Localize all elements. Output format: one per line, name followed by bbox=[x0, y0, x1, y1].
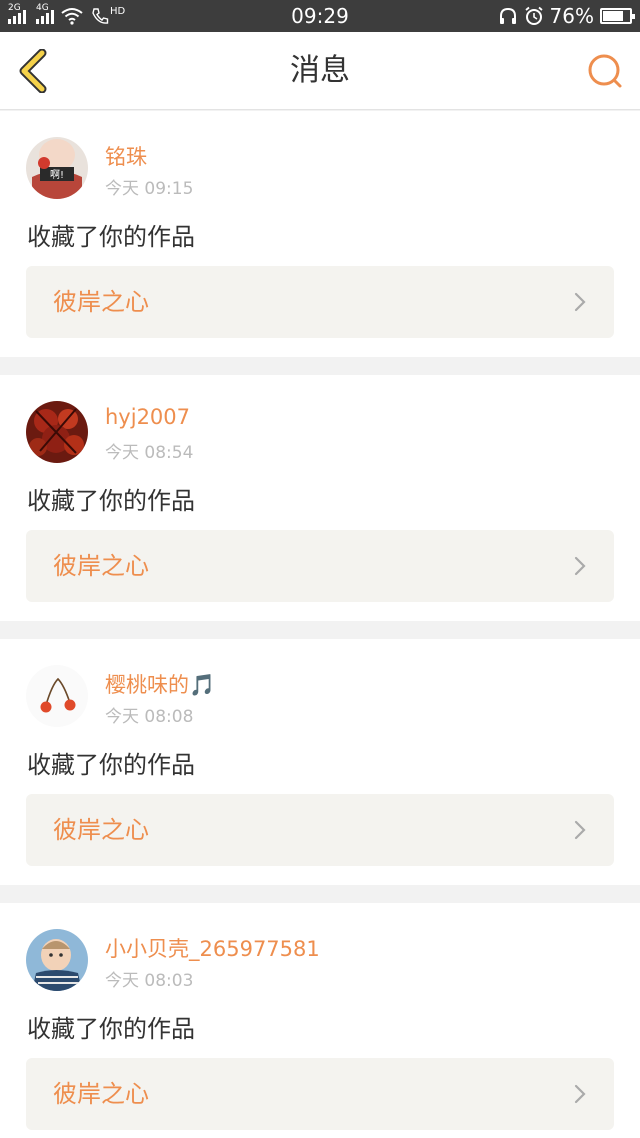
work-title: 彼岸之心 bbox=[53, 816, 149, 844]
work-title: 彼岸之心 bbox=[53, 552, 149, 580]
work-title: 彼岸之心 bbox=[53, 288, 149, 316]
work-title: 彼岸之心 bbox=[53, 1080, 149, 1108]
avatar[interactable] bbox=[26, 665, 88, 727]
action-text: 收藏了你的作品 bbox=[27, 751, 195, 779]
work-link[interactable]: 彼岸之心 bbox=[26, 1058, 614, 1130]
work-link[interactable]: 彼岸之心 bbox=[26, 266, 614, 338]
battery-icon bbox=[600, 8, 635, 24]
chevron-right-icon bbox=[574, 1084, 586, 1104]
timestamp: 今天 09:15 bbox=[105, 179, 194, 199]
status-bar: 2G 4G HD 09:29 76% bbox=[0, 0, 640, 32]
page-title: 消息 bbox=[290, 53, 350, 88]
action-text: 收藏了你的作品 bbox=[27, 487, 195, 515]
timestamp: 今天 08:08 bbox=[105, 707, 194, 727]
avatar[interactable]: 啊! bbox=[26, 137, 88, 199]
username[interactable]: 小小贝壳_265977581 bbox=[105, 933, 320, 963]
avatar[interactable] bbox=[26, 929, 88, 991]
avatar[interactable] bbox=[26, 401, 88, 463]
action-text: 收藏了你的作品 bbox=[27, 223, 195, 251]
alarm-icon bbox=[524, 6, 543, 25]
chevron-right-icon bbox=[574, 292, 586, 312]
chevron-right-icon bbox=[574, 556, 586, 576]
message-card: 小小贝壳_265977581 今天 08:03 收藏了你的作品 彼岸之心 bbox=[0, 903, 640, 1138]
timestamp: 今天 08:03 bbox=[105, 971, 194, 991]
username[interactable]: hyj2007 bbox=[105, 405, 190, 429]
message-card: 樱桃味的🎵 今天 08:08 收藏了你的作品 彼岸之心 bbox=[0, 639, 640, 885]
battery-percent: 76% bbox=[549, 4, 594, 28]
work-link[interactable]: 彼岸之心 bbox=[26, 794, 614, 866]
username[interactable]: 铭珠 bbox=[105, 141, 147, 171]
message-list: 啊! 铭珠 今天 09:15 收藏了你的作品 彼岸之心 hyj2007 今天 0… bbox=[0, 111, 640, 1138]
username[interactable]: 樱桃味的🎵 bbox=[105, 669, 215, 699]
timestamp: 今天 08:54 bbox=[105, 443, 194, 463]
avatar-text: 啊! bbox=[50, 169, 64, 181]
message-card: 啊! 铭珠 今天 09:15 收藏了你的作品 彼岸之心 bbox=[0, 111, 640, 357]
battery-level bbox=[603, 11, 623, 21]
message-card: hyj2007 今天 08:54 收藏了你的作品 彼岸之心 bbox=[0, 375, 640, 621]
chevron-right-icon bbox=[574, 820, 586, 840]
search-icon[interactable] bbox=[586, 52, 624, 90]
top-navigation-bar: 消息 bbox=[0, 32, 640, 110]
status-right: 76% bbox=[498, 0, 635, 32]
action-text: 收藏了你的作品 bbox=[27, 1015, 195, 1043]
headphone-icon bbox=[499, 7, 516, 24]
work-link[interactable]: 彼岸之心 bbox=[26, 530, 614, 602]
